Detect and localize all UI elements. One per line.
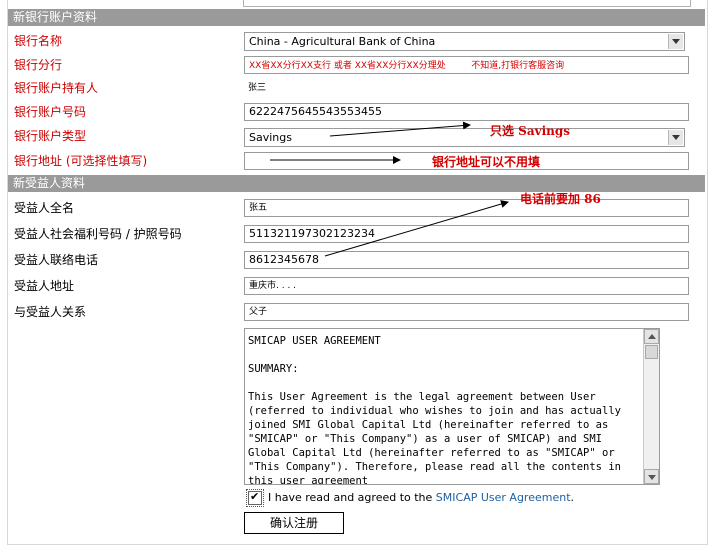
bank-name-label: 银行名称 [14,34,63,48]
scroll-up-icon[interactable] [644,329,659,344]
bank-branch-label: 银行分行 [14,58,63,72]
bank-section-header: 新银行账户资料 [8,9,705,26]
bank-name-select[interactable]: China - Agricultural Bank of China [244,32,685,51]
account-type-label: 银行账户类型 [14,129,87,143]
account-type-value: Savings [249,131,292,144]
beneficiary-id-input[interactable]: 511321197302123234 [244,225,689,243]
account-holder-label: 银行账户持有人 [14,81,99,95]
agreement-scrollbar[interactable] [643,329,659,484]
account-holder-value: 张三 [244,80,689,98]
relationship-input[interactable]: 父子 [244,303,689,321]
beneficiary-name-label: 受益人全名 [14,201,75,215]
annotation-phone: 电话前要加 86 [520,192,601,206]
beneficiary-name-input[interactable]: 张五 [244,199,689,217]
bank-branch-note: 不知道,打银行客服咨询 [471,61,565,71]
agreement-textarea[interactable]: SMICAP USER AGREEMENT SUMMARY: This User… [244,328,660,485]
beneficiary-address-label: 受益人地址 [14,279,75,293]
agreement-text: SMICAP USER AGREEMENT SUMMARY: This User… [248,335,621,485]
agree-label: I have read and agreed to the SMICAP Use… [268,491,574,505]
agree-text: I have read and agreed to the [268,491,436,504]
user-agreement-link[interactable]: SMICAP User Agreement [436,491,571,504]
top-field-edge [243,0,691,7]
chevron-down-icon[interactable] [668,34,683,49]
account-number-label: 银行账户号码 [14,105,87,119]
agree-suffix: . [570,491,575,504]
scroll-down-icon[interactable] [644,469,659,484]
annotation-address: 银行地址可以不用填 [432,155,541,169]
bank-address-label: 银行地址 (可选择性填写) [14,154,148,168]
beneficiary-address-input[interactable]: 重庆市. . . . [244,277,689,295]
relationship-label: 与受益人关系 [14,305,87,319]
bank-branch-value: XX省XX分行XX支行 或者 XX省XX分行XX分理处 [249,61,446,71]
bank-name-value: China - Agricultural Bank of China [249,35,436,48]
beneficiary-id-label: 受益人社会福利号码 / 护照号码 [14,227,182,241]
scroll-thumb[interactable] [645,345,658,359]
beneficiary-phone-input[interactable]: 8612345678 [244,251,689,269]
submit-button[interactable]: 确认注册 [244,512,344,534]
account-type-select[interactable]: Savings [244,128,685,147]
agree-checkbox[interactable] [246,489,264,507]
annotation-savings: 只选 Savings [490,124,571,138]
beneficiary-phone-label: 受益人联络电话 [14,253,99,267]
chevron-down-icon[interactable] [668,130,683,145]
bank-branch-input[interactable]: XX省XX分行XX支行 或者 XX省XX分行XX分理处 不知道,打银行客服咨询 [244,56,689,74]
account-number-input[interactable]: 6222475645543553455 [244,103,689,121]
